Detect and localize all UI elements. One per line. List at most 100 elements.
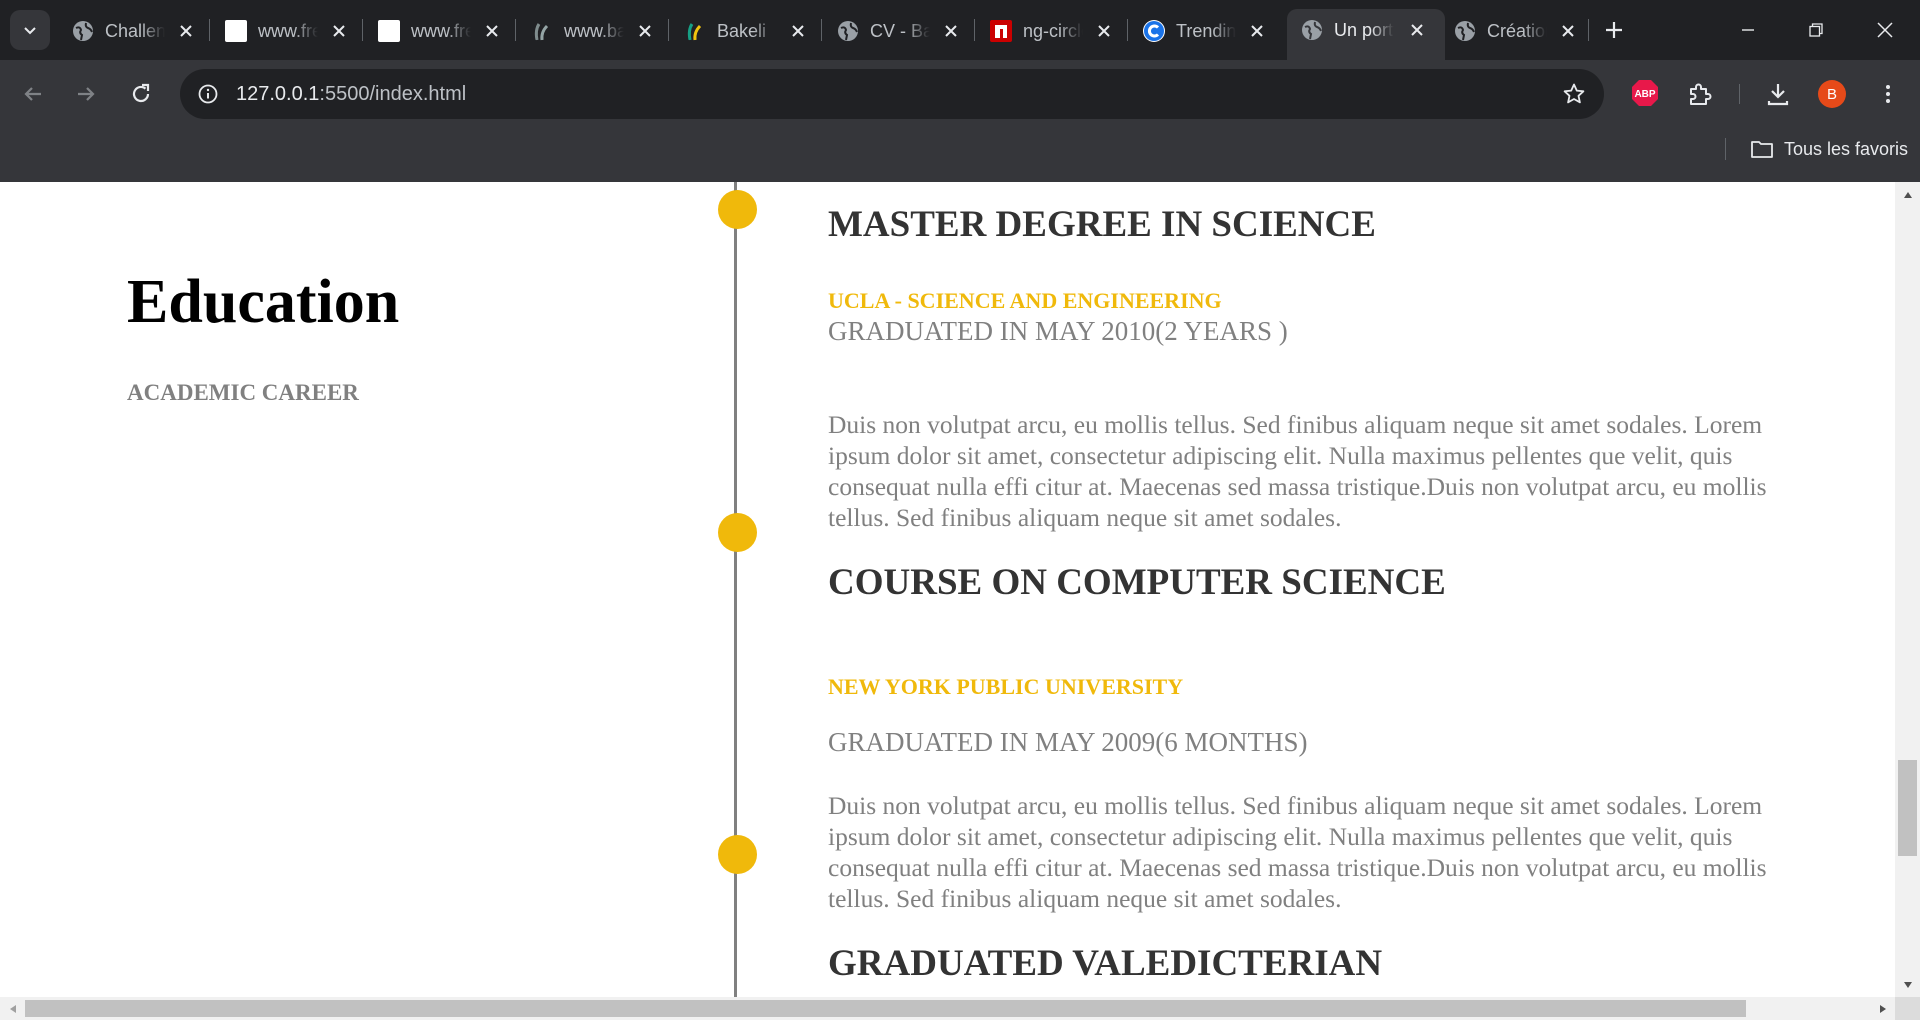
download-icon: [1767, 84, 1789, 106]
restore-button[interactable]: [1793, 12, 1839, 48]
bookmarks-divider: [1725, 138, 1726, 160]
close-icon[interactable]: [1405, 18, 1429, 42]
folder-icon: [1751, 141, 1773, 158]
globe-icon: [1301, 19, 1323, 41]
minimize-button[interactable]: [1725, 12, 1771, 48]
arrow-left-icon: [24, 87, 41, 101]
npm-icon: [990, 20, 1012, 42]
new-tab-button[interactable]: [1598, 14, 1630, 46]
bookmarks-bar: Tous les favoris: [0, 128, 1920, 182]
timeline-dot: [718, 513, 757, 552]
tab-title: www.freepik.com: [411, 21, 471, 41]
entry-title: MASTER DEGREE IN SCIENCE: [828, 204, 1376, 245]
all-bookmarks-label: Tous les favoris: [1784, 138, 1909, 159]
close-icon[interactable]: [786, 19, 810, 43]
puzzle-icon: [1690, 83, 1712, 105]
white-square-icon: [225, 20, 247, 42]
browser-tab[interactable]: CV - Bakeli: [823, 10, 973, 50]
tab-title: CV - Bakeli: [870, 21, 930, 41]
profile-avatar[interactable]: B: [1818, 80, 1846, 108]
browser-menu-button[interactable]: [1870, 76, 1906, 112]
chevron-down-icon: [24, 27, 36, 35]
tab-divider: [209, 19, 210, 41]
arrow-right-icon: [78, 87, 95, 101]
bakeli-icon: [531, 20, 553, 42]
address-bar[interactable]: 127.0.0.1:5500/index.html: [180, 69, 1604, 119]
downloads-button[interactable]: [1760, 76, 1796, 112]
white-square-icon: [378, 20, 400, 42]
url-host: 127.0.0.1: [236, 83, 320, 105]
close-window-button[interactable]: [1862, 12, 1908, 48]
extensions-button[interactable]: [1682, 76, 1718, 112]
close-icon[interactable]: [174, 19, 198, 43]
tab-divider: [1127, 19, 1128, 41]
browser-tab[interactable]: www.freepik.com: [211, 10, 361, 50]
section-subtitle: ACADEMIC CAREER: [127, 380, 359, 405]
entry-description: Duis non volutpat arcu, eu mollis tellus…: [828, 791, 1767, 913]
tab-search-button[interactable]: [10, 10, 50, 50]
scroll-right-arrow[interactable]: [1870, 996, 1895, 1020]
browser-tab[interactable]: ng-circle: [976, 10, 1126, 50]
close-icon: [1877, 22, 1893, 38]
triangle-down-icon: [1903, 981, 1912, 988]
tab-title: ng-circle: [1023, 21, 1083, 41]
url-text[interactable]: 127.0.0.1:5500/index.html: [236, 82, 466, 106]
all-bookmarks-button[interactable]: Tous les favoris: [1750, 134, 1908, 164]
horizontal-scrollbar[interactable]: [0, 997, 1895, 1020]
close-icon[interactable]: [633, 19, 657, 43]
tab-title: Challenge: [105, 21, 165, 41]
globe-icon: [1454, 20, 1476, 42]
tab-strip: Challenge www.freepik.com www.freepik.co…: [0, 0, 1920, 60]
close-icon[interactable]: [939, 19, 963, 43]
browser-tab[interactable]: Challenge: [58, 10, 208, 50]
scroll-up-arrow[interactable]: [1895, 182, 1920, 207]
browser-tab[interactable]: Bakeli: [670, 10, 820, 50]
scroll-down-arrow[interactable]: [1895, 972, 1920, 997]
tab-divider: [362, 19, 363, 41]
vertical-scroll-thumb[interactable]: [1898, 760, 1917, 856]
close-icon[interactable]: [1556, 19, 1580, 43]
browser-tab-active[interactable]: Un portfolio: [1287, 9, 1445, 60]
tab-divider: [974, 19, 975, 41]
entry-title: GRADUATED VALEDICTERIAN: [828, 943, 1383, 984]
timeline-dot: [718, 190, 757, 229]
tab-title: Création: [1487, 21, 1547, 41]
entry-period: GRADUATED IN MAY 2010(2 YEARS ): [828, 316, 1288, 346]
entry-description: Duis non volutpat arcu, eu mollis tellus…: [828, 410, 1767, 532]
browser-tab[interactable]: Création: [1440, 10, 1590, 50]
back-button[interactable]: [15, 76, 51, 112]
star-icon: [1563, 83, 1585, 104]
tab-title: www.freepik.com: [258, 21, 318, 41]
bookmark-star-button[interactable]: [1558, 78, 1590, 110]
browser-tab[interactable]: www.freepik.com: [364, 10, 514, 50]
forward-button[interactable]: [68, 76, 104, 112]
horizontal-scroll-thumb[interactable]: [25, 1000, 1746, 1017]
url-path: :5500/index.html: [319, 83, 467, 105]
browser-toolbar: 127.0.0.1:5500/index.html ABP B: [0, 60, 1920, 128]
close-icon[interactable]: [480, 19, 504, 43]
page-viewport: Education ACADEMIC CAREER MASTER DEGREE …: [0, 182, 1895, 997]
tab-divider: [821, 19, 822, 41]
tab-title: Trending: [1176, 21, 1236, 41]
adblock-extension-icon[interactable]: ABP: [1630, 78, 1660, 108]
vertical-scrollbar[interactable]: [1895, 182, 1920, 997]
scroll-left-arrow[interactable]: [0, 996, 25, 1020]
triangle-up-icon: [1903, 191, 1912, 198]
section-title: Education: [127, 268, 400, 336]
timeline-line: [734, 182, 737, 997]
site-info-button[interactable]: [192, 78, 224, 110]
close-icon[interactable]: [327, 19, 351, 43]
browser-tab[interactable]: www.bakeli.tech: [517, 10, 667, 50]
tab-title: Bakeli: [717, 21, 767, 41]
reload-icon: [132, 83, 150, 103]
tab-divider: [1588, 19, 1589, 41]
tab-divider: [515, 19, 516, 41]
close-icon[interactable]: [1092, 19, 1116, 43]
reload-button[interactable]: [123, 76, 159, 112]
entry-period: GRADUATED IN MAY 2009(6 MONTHS): [828, 727, 1308, 757]
abp-badge-text: ABP: [1634, 89, 1655, 100]
tab-divider: [668, 19, 669, 41]
close-icon[interactable]: [1245, 19, 1269, 43]
entry-school: NEW YORK PUBLIC UNIVERSITY: [828, 674, 1184, 699]
browser-tab[interactable]: Trending: [1129, 10, 1279, 50]
